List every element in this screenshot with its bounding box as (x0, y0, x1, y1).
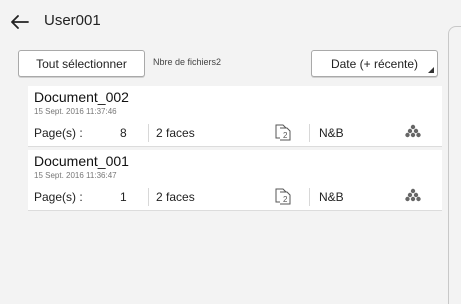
dots-cluster-icon (405, 124, 421, 141)
divider (309, 124, 310, 142)
document-details: Page(s) : 8 2 faces 2 N&B (28, 122, 442, 144)
divider (148, 124, 149, 142)
dots-cluster-icon (405, 188, 421, 205)
document-name: Document_001 (34, 153, 129, 169)
divider (309, 188, 310, 206)
sides-value: 2 faces (156, 126, 195, 140)
color-mode-value: N&B (319, 190, 344, 204)
select-all-button[interactable]: Tout sélectionner (18, 50, 145, 77)
sort-label: Date (+ récente) (330, 56, 419, 71)
document-name: Document_002 (34, 89, 129, 105)
svg-text:2: 2 (283, 195, 288, 204)
back-button[interactable] (6, 10, 34, 34)
sides-value: 2 faces (156, 190, 195, 204)
pages-value: 8 (120, 126, 127, 140)
header-bar: User001 (0, 0, 448, 44)
document-date: 15 Sept. 2016 11:37:46 (34, 107, 117, 116)
pages-value: 1 (120, 190, 127, 204)
document-details: Page(s) : 1 2 faces 2 N&B (28, 186, 442, 208)
side-panel-edge (448, 26, 461, 304)
document-date: 15 Sept. 2016 11:36:47 (34, 171, 117, 180)
duplex-icon: 2 (274, 123, 292, 144)
svg-text:2: 2 (283, 131, 288, 140)
duplex-icon: 2 (274, 187, 292, 208)
sort-button[interactable]: Date (+ récente) (311, 50, 438, 77)
divider (148, 188, 149, 206)
arrow-left-icon (11, 15, 29, 29)
page-title: User001 (44, 12, 101, 29)
pages-label: Page(s) : (34, 190, 83, 204)
corner-indicator-icon (428, 67, 434, 73)
document-item[interactable]: Document_001 15 Sept. 2016 11:36:47 Page… (28, 150, 442, 211)
color-mode-value: N&B (319, 126, 344, 140)
pages-label: Page(s) : (34, 126, 83, 140)
document-item[interactable]: Document_002 15 Sept. 2016 11:37:46 Page… (28, 86, 442, 147)
file-count-label: Nbre de fichiers2 (153, 57, 222, 67)
